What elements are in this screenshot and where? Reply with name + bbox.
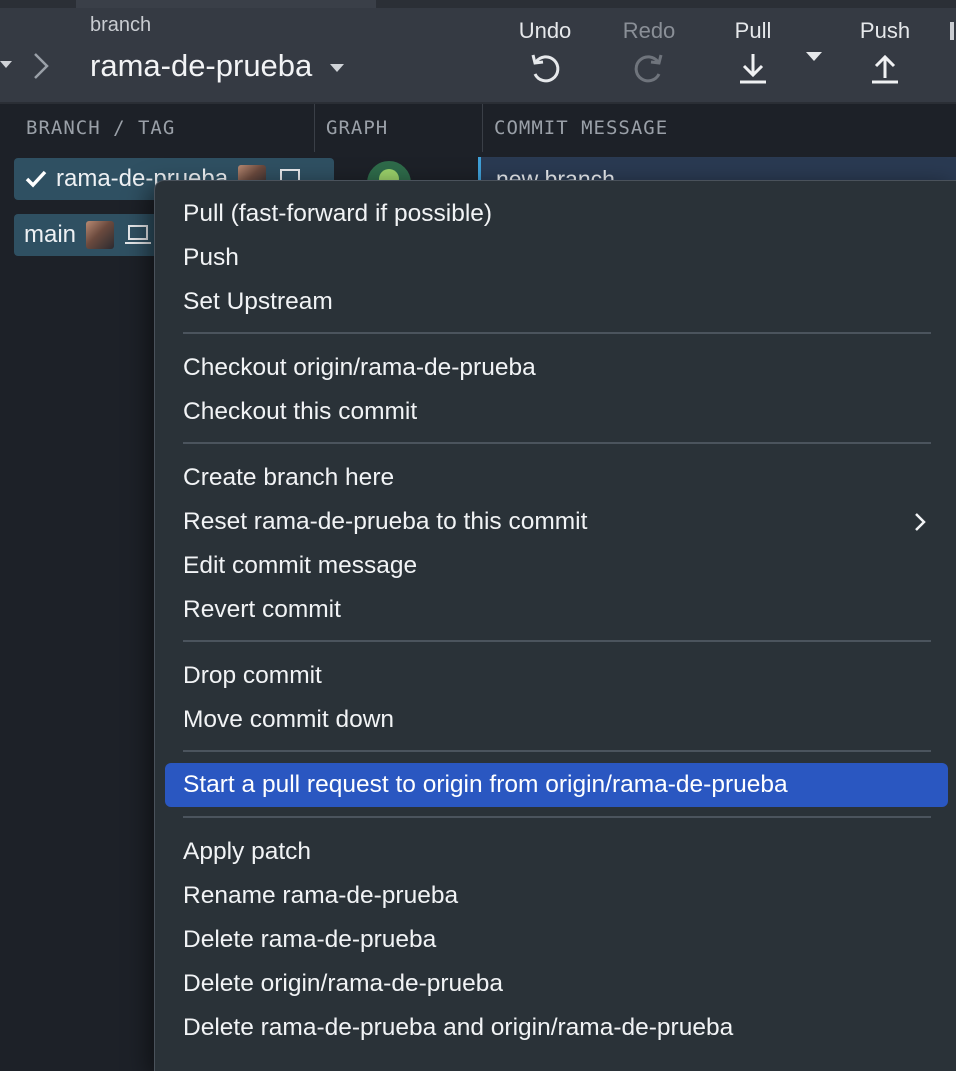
caret-down-icon[interactable] — [0, 61, 12, 68]
menu-separator — [183, 640, 931, 642]
pull-label: Pull — [734, 18, 772, 43]
column-header-branch-tag[interactable]: BRANCH / TAG — [26, 104, 175, 152]
context-menu: Pull (fast-forward if possible) Push Set… — [154, 180, 956, 1071]
column-header-commit-message[interactable]: COMMIT MESSAGE — [494, 104, 668, 152]
check-icon — [25, 170, 47, 188]
menu-item-delete-both-branches[interactable]: Delete rama-de-prueba and origin/rama-de… — [155, 1006, 956, 1050]
pull-arrow-icon — [740, 54, 766, 84]
menu-separator — [183, 750, 931, 752]
redo-button[interactable]: Redo — [618, 18, 680, 86]
push-label: Push — [859, 18, 911, 43]
menu-item-checkout-commit[interactable]: Checkout this commit — [155, 390, 956, 434]
menu-item-pull[interactable]: Pull (fast-forward if possible) — [155, 192, 956, 236]
column-header-graph[interactable]: GRAPH — [326, 104, 388, 152]
menu-separator — [183, 332, 931, 334]
menu-item-create-branch[interactable]: Create branch here — [155, 456, 956, 500]
menu-item-revert-commit[interactable]: Revert commit — [155, 588, 956, 632]
menu-item-checkout-remote[interactable]: Checkout origin/rama-de-prueba — [155, 346, 956, 390]
undo-label: Undo — [518, 18, 572, 43]
branch-caret-down-icon[interactable] — [330, 64, 344, 72]
undo-button[interactable]: Undo — [512, 18, 578, 86]
menu-item-start-pull-request[interactable]: Start a pull request to origin from orig… — [165, 763, 948, 807]
column-divider[interactable] — [314, 104, 315, 152]
menu-item-apply-patch[interactable]: Apply patch — [155, 830, 956, 874]
menu-item-reset[interactable]: Reset rama-de-prueba to this commit — [155, 500, 956, 544]
pull-button[interactable]: Pull — [728, 18, 778, 86]
chevron-right-icon[interactable] — [30, 50, 52, 82]
menu-item-drop-commit[interactable]: Drop commit — [155, 654, 956, 698]
menu-item-delete-branch[interactable]: Delete rama-de-prueba — [155, 918, 956, 962]
overflow-edge — [950, 22, 954, 40]
push-arrow-icon — [872, 54, 898, 84]
undo-icon — [531, 54, 560, 83]
menu-item-delete-remote-branch[interactable]: Delete origin/rama-de-prueba — [155, 962, 956, 1006]
push-button[interactable]: Push — [856, 18, 914, 86]
menu-separator — [183, 816, 931, 818]
toolbar: branch rama-de-prueba Undo Redo Pull Pus… — [0, 0, 956, 104]
ref-label: main — [24, 221, 77, 248]
avatar — [86, 221, 115, 249]
submenu-chevron-icon — [915, 513, 926, 531]
menu-item-edit-commit-message[interactable]: Edit commit message — [155, 544, 956, 588]
branch-selector[interactable]: rama-de-prueba — [90, 48, 312, 84]
redo-label: Redo — [622, 18, 676, 43]
laptop-icon — [125, 225, 152, 244]
menu-separator — [183, 442, 931, 444]
menu-item-rename-branch[interactable]: Rename rama-de-prueba — [155, 874, 956, 918]
branch-caption: branch — [90, 14, 152, 36]
menu-item-push[interactable]: Push — [155, 236, 956, 280]
column-divider[interactable] — [482, 104, 483, 152]
pull-options-caret-icon[interactable] — [806, 52, 822, 61]
redo-icon — [634, 54, 663, 83]
menu-item-move-commit-down[interactable]: Move commit down — [155, 698, 956, 742]
active-tab-indicator — [76, 0, 376, 8]
menu-item-set-upstream[interactable]: Set Upstream — [155, 280, 956, 324]
